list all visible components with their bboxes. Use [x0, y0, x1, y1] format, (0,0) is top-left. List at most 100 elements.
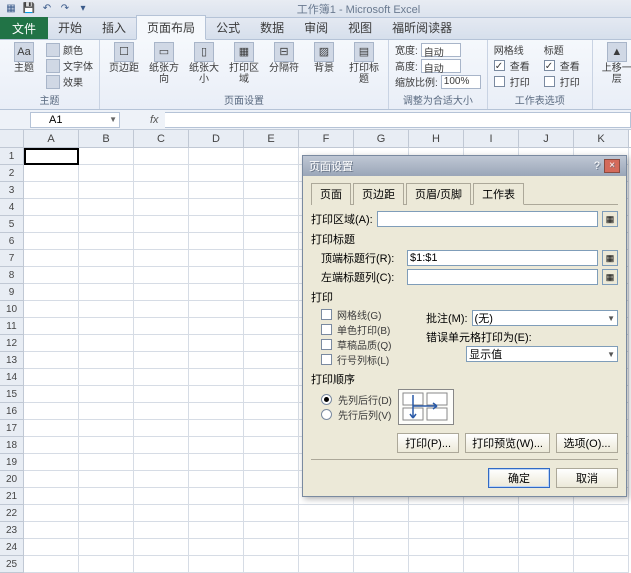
cell[interactable]	[189, 352, 244, 369]
cell[interactable]	[244, 437, 299, 454]
row-header[interactable]: 19	[0, 454, 24, 471]
cell[interactable]	[24, 539, 79, 556]
cell[interactable]	[24, 250, 79, 267]
cell[interactable]	[519, 556, 574, 573]
draft-checkbox[interactable]: 草稿品质(Q)	[321, 337, 416, 352]
cell[interactable]	[24, 284, 79, 301]
cell[interactable]	[134, 556, 189, 573]
cell[interactable]	[134, 199, 189, 216]
rowcol-checkbox[interactable]: 行号列标(L)	[321, 352, 416, 367]
row-header[interactable]: 16	[0, 403, 24, 420]
cell[interactable]	[409, 556, 464, 573]
cell[interactable]	[134, 369, 189, 386]
cell[interactable]	[189, 165, 244, 182]
row-header[interactable]: 13	[0, 352, 24, 369]
cell[interactable]	[189, 182, 244, 199]
cell[interactable]	[24, 301, 79, 318]
background-button[interactable]: ▨背景	[306, 42, 342, 74]
cell[interactable]	[134, 420, 189, 437]
row-header[interactable]: 17	[0, 420, 24, 437]
cell[interactable]	[79, 250, 134, 267]
cell[interactable]	[79, 420, 134, 437]
cell[interactable]	[189, 233, 244, 250]
cancel-button[interactable]: 取消	[556, 468, 618, 488]
refedit-icon[interactable]: ▦	[602, 250, 618, 266]
cell[interactable]	[244, 250, 299, 267]
cell[interactable]	[244, 284, 299, 301]
cell[interactable]	[134, 182, 189, 199]
file-tab[interactable]: 文件	[0, 17, 48, 39]
row-header[interactable]: 20	[0, 471, 24, 488]
cell[interactable]	[24, 182, 79, 199]
row-header[interactable]: 4	[0, 199, 24, 216]
row-header[interactable]: 3	[0, 182, 24, 199]
cell[interactable]	[189, 267, 244, 284]
printtitles-button[interactable]: ▤打印标题	[346, 42, 382, 85]
width-select[interactable]: 自动	[421, 43, 461, 57]
cell[interactable]	[79, 165, 134, 182]
cell[interactable]	[189, 488, 244, 505]
cell[interactable]	[24, 267, 79, 284]
cell[interactable]	[24, 488, 79, 505]
cell[interactable]	[299, 505, 354, 522]
cell[interactable]	[244, 454, 299, 471]
row-header[interactable]: 21	[0, 488, 24, 505]
row-header[interactable]: 14	[0, 369, 24, 386]
save-icon[interactable]: 💾	[22, 2, 36, 16]
cell[interactable]	[134, 250, 189, 267]
cell[interactable]	[79, 318, 134, 335]
tab-pagelayout[interactable]: 页面布局	[136, 15, 206, 40]
cell[interactable]	[189, 420, 244, 437]
cell[interactable]	[299, 556, 354, 573]
dialog-titlebar[interactable]: 页面设置 ? ×	[303, 156, 626, 176]
breaks-button[interactable]: ⊟分隔符	[266, 42, 302, 74]
cell[interactable]	[134, 522, 189, 539]
cell[interactable]	[134, 386, 189, 403]
cell[interactable]	[189, 471, 244, 488]
tab-formulas[interactable]: 公式	[206, 16, 250, 39]
cell[interactable]	[189, 148, 244, 165]
gridlines-view-check[interactable]: ✓查看	[494, 58, 540, 73]
cell[interactable]	[24, 148, 79, 165]
chevron-down-icon[interactable]: ▼	[109, 115, 117, 124]
cell[interactable]	[79, 301, 134, 318]
cell[interactable]	[189, 284, 244, 301]
cell[interactable]	[189, 369, 244, 386]
cell[interactable]	[464, 522, 519, 539]
row-header[interactable]: 7	[0, 250, 24, 267]
cell[interactable]	[79, 284, 134, 301]
cell[interactable]	[244, 352, 299, 369]
size-button[interactable]: ▯纸张大小	[186, 42, 222, 85]
cell[interactable]	[79, 437, 134, 454]
row-header[interactable]: 1	[0, 148, 24, 165]
comments-dropdown[interactable]: (无)▼	[472, 310, 618, 326]
cell[interactable]	[409, 522, 464, 539]
cell[interactable]	[189, 250, 244, 267]
undo-icon[interactable]: ↶	[40, 2, 54, 16]
column-header[interactable]: K	[574, 130, 629, 147]
cell[interactable]	[24, 454, 79, 471]
cell[interactable]	[134, 267, 189, 284]
cell[interactable]	[79, 403, 134, 420]
row-header[interactable]: 9	[0, 284, 24, 301]
cell[interactable]	[79, 182, 134, 199]
cell[interactable]	[244, 267, 299, 284]
cell[interactable]	[189, 556, 244, 573]
row-header[interactable]: 6	[0, 233, 24, 250]
print-area-input[interactable]	[377, 211, 598, 227]
row-header[interactable]: 12	[0, 335, 24, 352]
order-over-radio[interactable]: 先行后列(V)	[321, 407, 392, 422]
order-down-radio[interactable]: 先列后行(D)	[321, 392, 392, 407]
column-header[interactable]: F	[299, 130, 354, 147]
cell[interactable]	[189, 318, 244, 335]
row-header[interactable]: 8	[0, 267, 24, 284]
tab-data[interactable]: 数据	[250, 16, 294, 39]
errors-dropdown[interactable]: 显示值▼	[466, 346, 618, 362]
name-box[interactable]: A1▼	[30, 112, 120, 128]
cell[interactable]	[189, 505, 244, 522]
cell[interactable]	[79, 216, 134, 233]
ok-button[interactable]: 确定	[488, 468, 550, 488]
cell[interactable]	[79, 148, 134, 165]
row-header[interactable]: 15	[0, 386, 24, 403]
qat-dropdown-icon[interactable]: ▾	[76, 2, 90, 16]
